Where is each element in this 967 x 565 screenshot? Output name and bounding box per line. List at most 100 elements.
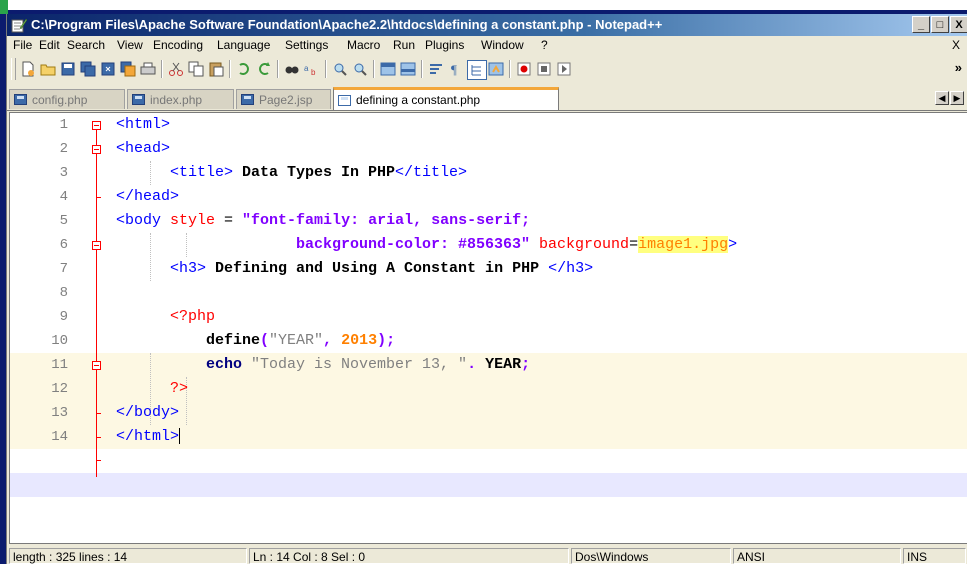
line-number: 10 [51, 333, 68, 349]
open-icon[interactable] [39, 60, 57, 78]
menu-encoding[interactable]: Encoding [153, 38, 203, 52]
status-encoding: ANSI [733, 548, 901, 564]
line-number: 7 [59, 261, 68, 277]
menu-window[interactable]: Window [481, 38, 524, 52]
menu-plugins[interactable]: Plugins [425, 38, 464, 52]
tab-index-php[interactable]: index.php [127, 89, 234, 109]
fold-end-marker [96, 460, 101, 461]
file-saved-icon [14, 94, 27, 105]
notepad-window: C:\Program Files\Apache Software Foundat… [6, 14, 967, 564]
line-number: 8 [59, 285, 68, 301]
paste-icon[interactable] [207, 60, 225, 78]
menu-search[interactable]: Search [67, 38, 105, 52]
status-bar: length : 325 lines : 14 Ln : 14 Col : 8 … [7, 548, 967, 564]
toolbar-separator [509, 60, 511, 78]
minimize-button[interactable]: _ [912, 16, 930, 33]
toolbar-grip[interactable] [11, 58, 16, 80]
show-all-chars-icon[interactable]: ¶ [447, 60, 465, 78]
indent-guide [150, 161, 151, 185]
title-bar[interactable]: C:\Program Files\Apache Software Foundat… [7, 14, 967, 36]
menu-settings[interactable]: Settings [285, 38, 328, 52]
record-macro-icon[interactable] [515, 60, 533, 78]
play-macro-icon[interactable] [555, 60, 573, 78]
tab-scroll-controls: ◀ ▶ [935, 91, 964, 105]
sync-v-icon[interactable] [379, 60, 397, 78]
tab-label: index.php [150, 92, 203, 107]
line-number: 5 [59, 213, 68, 229]
line-number: 6 [59, 237, 68, 253]
save-icon[interactable] [59, 60, 77, 78]
fold-end-marker [96, 437, 101, 438]
line-number: 11 [51, 357, 68, 373]
file-saved-icon [132, 94, 145, 105]
tab-scroll-right-button[interactable]: ▶ [950, 91, 964, 105]
indent-guide-icon[interactable] [467, 60, 487, 80]
toolbar-separator [421, 60, 423, 78]
svg-text:b: b [311, 68, 316, 77]
code-editor[interactable]: 1 2 3 4 5 6 7 8 9 10 11 12 13 14 <html> … [9, 112, 967, 544]
close-icon[interactable] [99, 60, 117, 78]
fold-body-icon[interactable] [92, 241, 101, 250]
status-insert-mode: INS [903, 548, 966, 564]
tab-label: config.php [32, 92, 88, 107]
svg-text:a: a [304, 64, 309, 73]
menu-help[interactable]: ? [541, 38, 548, 52]
indent-guide [150, 233, 151, 281]
tab-defining-a-constant-php[interactable]: defining a constant.php [333, 87, 559, 110]
file-saved-icon [241, 94, 254, 105]
tab-label: defining a constant.php [356, 93, 481, 107]
fold-html-icon[interactable] [92, 121, 101, 130]
print-icon[interactable] [139, 60, 157, 78]
code-line-1: <html> [116, 116, 171, 133]
line-number: 13 [51, 405, 68, 421]
code-line-10: define("YEAR", 2013); [206, 332, 396, 349]
fold-php-icon[interactable] [92, 361, 101, 370]
window-controls: _ □ X [912, 16, 967, 33]
code-line-5: <body style = "font-family: arial, sans-… [116, 212, 531, 229]
menu-edit[interactable]: Edit [39, 38, 60, 52]
fold-end-marker [96, 197, 101, 198]
menu-run[interactable]: Run [393, 38, 415, 52]
indent-guide [186, 233, 187, 257]
toolbar-separator [229, 60, 231, 78]
line-number: 3 [59, 165, 68, 181]
status-length-lines: length : 325 lines : 14 [9, 548, 247, 564]
line-number: 4 [59, 189, 68, 205]
code-line-2: <head> [116, 140, 171, 157]
close-all-icon[interactable] [119, 60, 137, 78]
save-all-icon[interactable] [79, 60, 97, 78]
copy-icon[interactable] [187, 60, 205, 78]
undo-icon[interactable] [235, 60, 253, 78]
menu-language[interactable]: Language [217, 38, 270, 52]
stop-record-icon[interactable] [535, 60, 553, 78]
fold-head-icon[interactable] [92, 145, 101, 154]
replace-icon[interactable]: ab [303, 60, 321, 78]
new-icon[interactable] [19, 60, 37, 78]
slide-top-strip [0, 0, 967, 10]
line-number: 9 [59, 309, 68, 325]
zoom-out-icon[interactable] [351, 60, 369, 78]
tab-page2-jsp[interactable]: Page2.jsp [236, 89, 331, 109]
zoom-in-icon[interactable] [331, 60, 349, 78]
code-line-6: background-color: #856363" background=im… [296, 236, 738, 253]
line-number: 1 [59, 117, 68, 133]
cut-icon[interactable] [167, 60, 185, 78]
tab-label: Page2.jsp [259, 92, 313, 107]
user-lang-icon[interactable] [487, 60, 505, 78]
find-icon[interactable] [283, 60, 301, 78]
tab-config-php[interactable]: config.php [9, 89, 125, 109]
maximize-button[interactable]: □ [931, 16, 949, 33]
close-window-button[interactable]: X [950, 16, 967, 33]
word-wrap-icon[interactable] [427, 60, 445, 78]
close-document-button[interactable]: X [952, 38, 960, 52]
tab-bar: config.php index.php Page2.jsp defining … [7, 86, 967, 111]
menu-macro[interactable]: Macro [347, 38, 380, 52]
toolbar-separator [325, 60, 327, 78]
toolbar-separator [373, 60, 375, 78]
toolbar-overflow-button[interactable]: » [955, 60, 962, 75]
sync-h-icon[interactable] [399, 60, 417, 78]
tab-scroll-left-button[interactable]: ◀ [935, 91, 949, 105]
redo-icon[interactable] [255, 60, 273, 78]
menu-file[interactable]: File [13, 38, 32, 52]
menu-view[interactable]: View [117, 38, 143, 52]
